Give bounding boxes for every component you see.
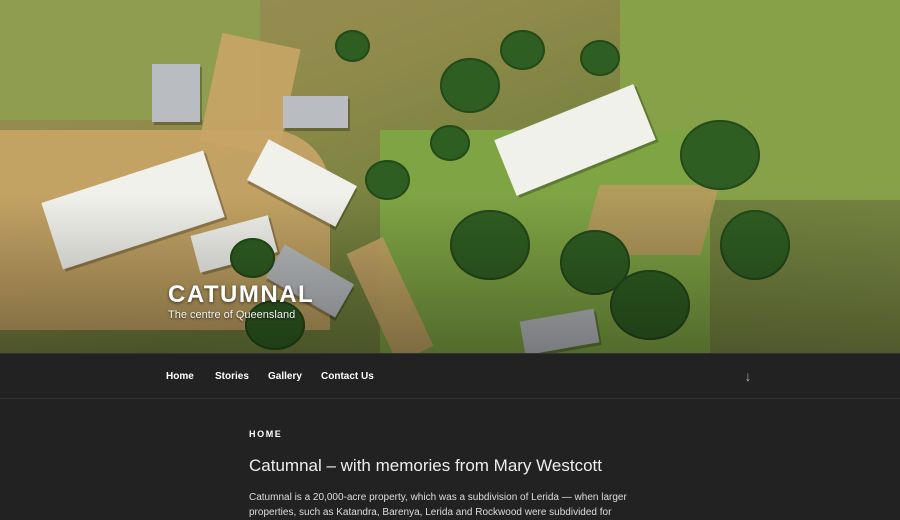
header-shade	[0, 0, 900, 353]
nav-item-contact-us[interactable]: Contact Us	[321, 371, 374, 382]
page-heading: Catumnal – with memories from Mary Westc…	[249, 456, 602, 475]
header-image: CATUMNAL The centre of Queensland	[0, 0, 900, 353]
main-navigation: Home Stories Gallery Contact Us ↓	[0, 353, 900, 399]
nav-item-home[interactable]: Home	[166, 371, 194, 382]
site-description: The centre of Queensland	[168, 309, 296, 321]
intro-paragraph: Catumnal is a 20,000-acre property, whic…	[249, 492, 627, 518]
nav-item-stories[interactable]: Stories	[215, 371, 249, 382]
arrow-down-icon[interactable]: ↓	[741, 368, 755, 384]
nav-item-gallery[interactable]: Gallery	[268, 371, 302, 382]
site-title[interactable]: CATUMNAL	[168, 281, 314, 309]
main-content: HOME Catumnal – with memories from Mary …	[0, 399, 900, 518]
page-label: HOME	[249, 429, 283, 439]
